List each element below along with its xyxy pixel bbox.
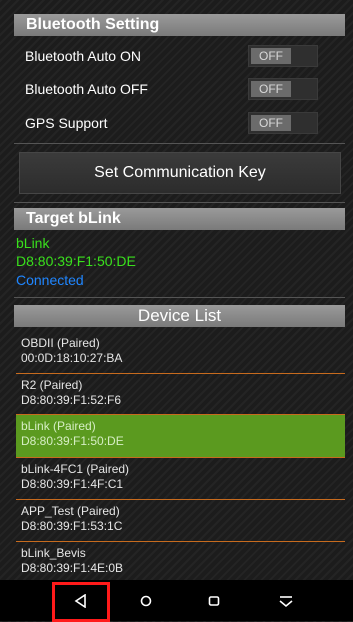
dropdown-button[interactable] <box>262 580 310 621</box>
device-name: bLink (Paired) <box>21 419 96 433</box>
device-list-item[interactable]: bLink-4FC1 (Paired) D8:80:39:F1:4F:C1 <box>16 458 345 500</box>
device-list-header: Device List <box>14 305 345 327</box>
home-button[interactable] <box>122 580 170 621</box>
device-list-item[interactable]: OBDII (Paired) 00:0D:18:10:27:BA <box>16 332 345 374</box>
gps-support-label: GPS Support <box>25 115 108 131</box>
bluetooth-auto-on-label: Bluetooth Auto ON <box>25 48 141 64</box>
device-name: R2 (Paired) <box>21 378 83 392</box>
device-list-item[interactable]: bLink_Bevis D8:80:39:F1:4E:0B <box>16 542 345 580</box>
device-mac: D8:80:39:F1:4E:0B <box>21 561 124 575</box>
home-icon <box>140 595 152 606</box>
device-name: bLink-4FC1 (Paired) <box>21 462 130 476</box>
bluetooth-setting-header: Bluetooth Setting <box>14 14 345 36</box>
bluetooth-auto-off-toggle[interactable]: OFF <box>248 78 318 100</box>
device-list-item-selected[interactable]: bLink (Paired) D8:80:39:F1:50:DE <box>16 415 345 457</box>
device-list-item[interactable]: APP_Test (Paired) D8:80:39:F1:53:1C <box>16 500 345 542</box>
back-button-highlight <box>52 582 110 622</box>
device-list-item[interactable]: R2 (Paired) D8:80:39:F1:52:F6 <box>16 374 345 416</box>
set-communication-key-button[interactable]: Set Communication Key <box>19 152 341 194</box>
gps-support-toggle[interactable]: OFF <box>248 112 318 134</box>
toggle-state: OFF <box>251 115 291 131</box>
device-mac: 00:0D:18:10:27:BA <box>21 351 123 365</box>
divider <box>14 297 345 298</box>
bluetooth-auto-on-toggle[interactable]: OFF <box>248 45 318 67</box>
device-name: bLink_Bevis <box>21 546 86 560</box>
bluetooth-auto-off-label: Bluetooth Auto OFF <box>25 81 148 97</box>
device-mac: D8:80:39:F1:50:DE <box>21 434 124 448</box>
dropdown-icon <box>279 595 293 607</box>
toggle-state: OFF <box>251 48 291 64</box>
recents-button[interactable] <box>190 580 238 621</box>
divider <box>14 143 345 144</box>
recents-icon <box>208 595 220 606</box>
device-mac: D8:80:39:F1:4F:C1 <box>21 477 124 491</box>
device-name: APP_Test (Paired) <box>21 504 120 518</box>
target-connection-status: Connected <box>16 272 84 288</box>
target-blink-header: Target bLink <box>14 208 345 230</box>
device-mac: D8:80:39:F1:52:F6 <box>21 393 122 407</box>
target-device-mac: D8:80:39:F1:50:DE <box>16 253 136 269</box>
toggle-state: OFF <box>251 81 291 97</box>
target-device-name: bLink <box>16 235 50 251</box>
device-name: OBDII (Paired) <box>21 336 100 350</box>
app-content: Bluetooth Setting Bluetooth Auto ON OFF … <box>0 0 353 580</box>
device-mac: D8:80:39:F1:53:1C <box>21 519 123 533</box>
divider <box>14 202 345 203</box>
